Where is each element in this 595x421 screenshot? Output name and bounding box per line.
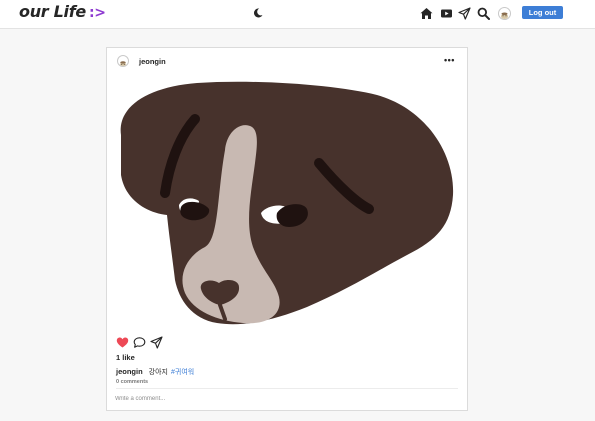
post-image[interactable] bbox=[107, 75, 467, 333]
post-caption: jeongin 강아지 #귀여워 bbox=[116, 367, 194, 377]
logo-mark: :> bbox=[88, 5, 106, 21]
home-icon[interactable] bbox=[420, 7, 433, 20]
post-card: jeongin ••• 1 like jeongin 강아지 #귀여워 0 co… bbox=[106, 47, 468, 411]
logout-button[interactable]: Log out bbox=[522, 6, 563, 19]
likes-count[interactable]: 1 like bbox=[116, 353, 135, 362]
post-author-avatar-image bbox=[119, 61, 127, 66]
share-icon[interactable] bbox=[150, 336, 163, 349]
comment-divider bbox=[116, 388, 458, 389]
profile-avatar[interactable] bbox=[498, 7, 511, 20]
app-logo[interactable]: our Life:> bbox=[19, 2, 106, 21]
paper-plane-icon[interactable] bbox=[458, 7, 471, 20]
post-author-username[interactable]: jeongin bbox=[139, 57, 166, 66]
caption-hashtag[interactable]: #귀여워 bbox=[171, 369, 194, 376]
comment-input[interactable] bbox=[115, 393, 445, 405]
profile-avatar-image bbox=[500, 12, 509, 19]
video-icon[interactable] bbox=[440, 7, 453, 20]
more-options-button[interactable]: ••• bbox=[444, 55, 458, 65]
caption-username[interactable]: jeongin bbox=[116, 367, 143, 376]
comments-count-link[interactable]: 0 comments bbox=[116, 379, 148, 385]
caption-text: 강아지 bbox=[148, 369, 168, 376]
comment-icon[interactable] bbox=[133, 336, 146, 349]
post-header: jeongin ••• bbox=[107, 48, 467, 74]
logo-text: our Life bbox=[19, 2, 86, 21]
post-author-avatar[interactable] bbox=[117, 55, 129, 67]
dog-head-shape bbox=[120, 81, 454, 325]
moon-icon[interactable] bbox=[252, 7, 264, 19]
top-nav-bar: our Life:> Log out bbox=[0, 0, 595, 29]
heart-icon[interactable] bbox=[116, 336, 129, 349]
search-icon[interactable] bbox=[477, 7, 490, 20]
